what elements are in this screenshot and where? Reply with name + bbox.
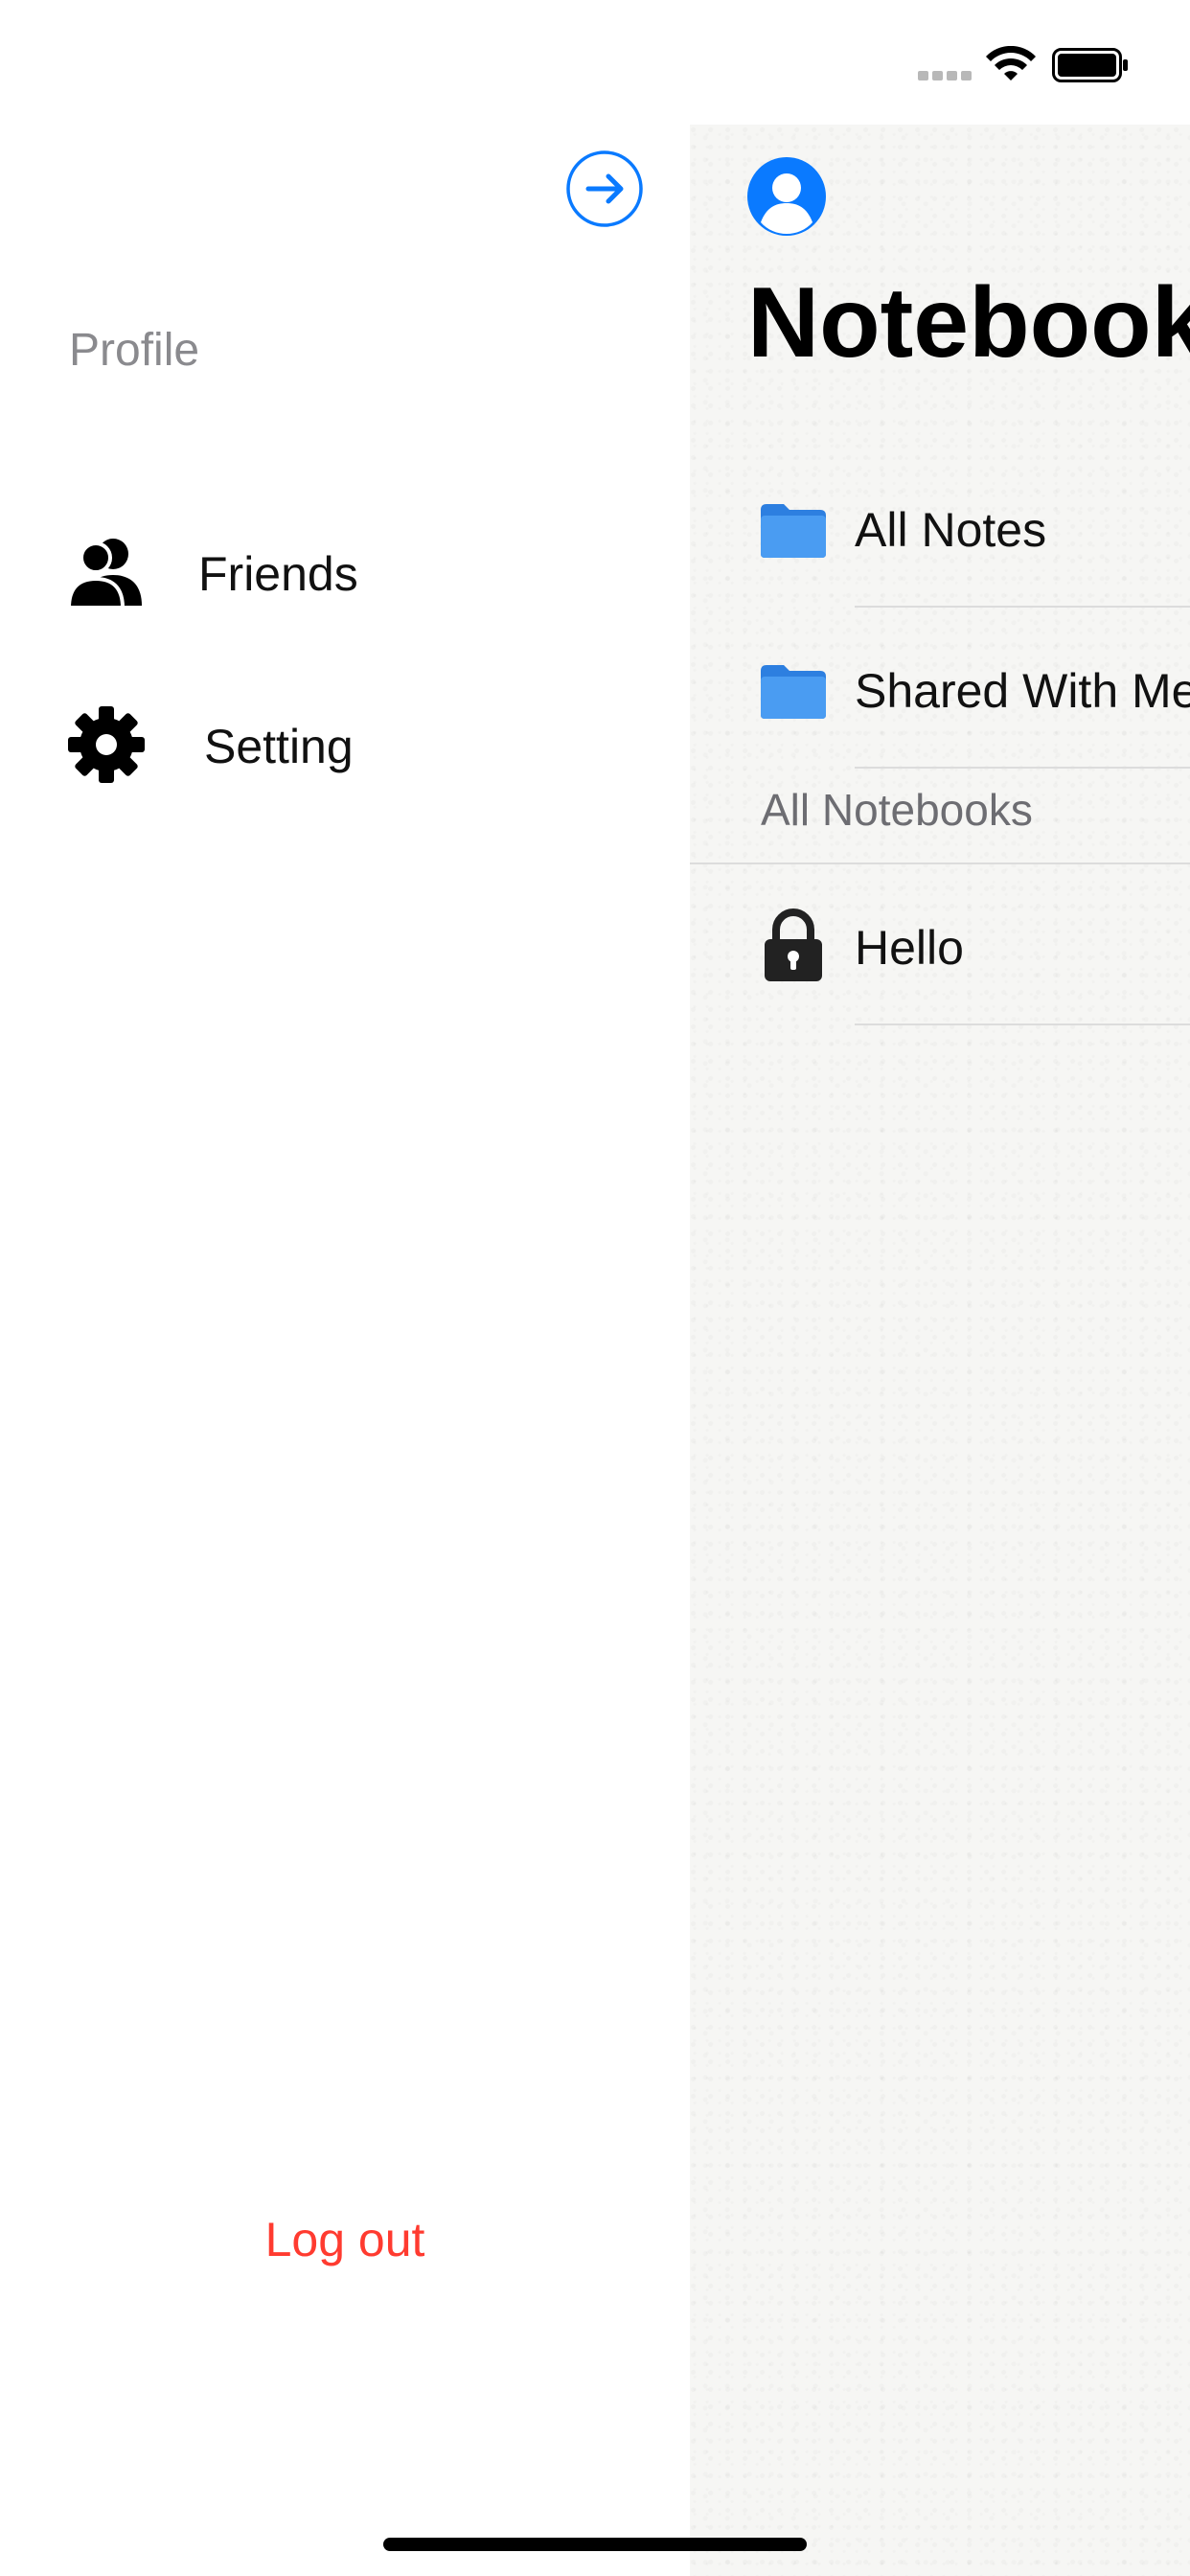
menu-item-label: Setting <box>204 720 354 773</box>
menu-item-friends[interactable]: Friends <box>0 508 690 623</box>
row-label: All Notes <box>855 503 1047 557</box>
side-drawer: Profile Friends Setting Log out <box>0 125 690 2576</box>
folder-icon <box>761 665 826 719</box>
divider <box>855 1024 1190 1025</box>
row-all-notes[interactable]: All Notes <box>690 447 1190 608</box>
friends-icon <box>67 539 142 610</box>
lock-icon <box>765 908 822 981</box>
row-shared-with-me[interactable]: Shared With Me <box>690 608 1190 769</box>
arrow-right-circle-icon[interactable] <box>565 150 644 228</box>
folder-icon <box>761 504 826 558</box>
notebooks-screen: Notebooks All Notes Shared With Me All N… <box>690 125 1190 2576</box>
section-header: All Notebooks <box>761 785 1033 835</box>
notebook-row-hello[interactable]: Hello <box>690 864 1190 1025</box>
person-circle-icon[interactable] <box>747 157 826 236</box>
menu-item-label: Friends <box>198 547 358 601</box>
logout-button[interactable]: Log out <box>0 2212 690 2267</box>
wifi-icon <box>986 46 1036 80</box>
menu-item-setting[interactable]: Setting <box>0 680 690 795</box>
home-indicator[interactable] <box>383 2538 807 2551</box>
row-label: Shared With Me <box>855 664 1190 718</box>
page-title: Notebooks <box>747 267 1190 379</box>
cellular-signal-icon <box>918 71 972 80</box>
divider <box>855 767 1190 769</box>
profile-link[interactable]: Profile <box>69 324 199 377</box>
battery-icon <box>1052 48 1128 82</box>
status-bar <box>0 0 1190 125</box>
notebook-label: Hello <box>855 921 964 975</box>
gear-icon <box>68 706 145 783</box>
